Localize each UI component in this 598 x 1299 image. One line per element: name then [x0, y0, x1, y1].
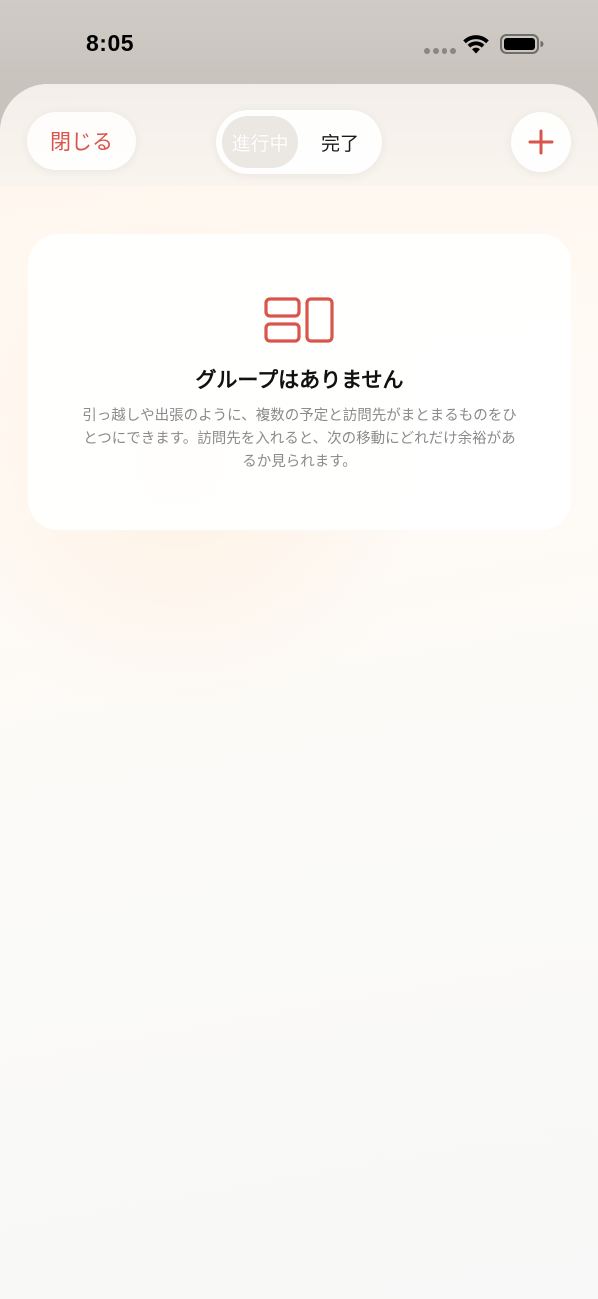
sheet-nav-bar: 閉じる 進行中 完了 [0, 84, 598, 186]
status-bar: 8:05 [0, 0, 598, 88]
status-time: 8:05 [86, 30, 135, 56]
empty-state-title: グループはありません [195, 368, 404, 392]
status-segmented-control: 進行中 完了 [216, 110, 382, 174]
group-layout-icon [264, 297, 334, 343]
screen: 8:05 閉じる 進行中 完了 グループはありません 引っ越しや出張のように、複… [0, 0, 598, 1299]
plus-icon [528, 129, 554, 155]
tab-completed[interactable]: 完了 [304, 116, 376, 168]
tab-in-progress[interactable]: 進行中 [222, 116, 298, 168]
empty-state-description: 引っ越しや出張のように、複数の予定と訪問先がまとまるものをひとつにできます。訪問… [82, 408, 517, 470]
empty-state-card: グループはありません 引っ越しや出張のように、複数の予定と訪問先がまとまるものを… [28, 234, 571, 530]
add-group-button[interactable] [511, 112, 571, 172]
wifi-icon [463, 35, 489, 54]
battery-icon [500, 34, 544, 54]
groups-sheet: 閉じる 進行中 完了 グループはありません 引っ越しや出張のように、複数の予定と… [0, 84, 598, 1299]
signal-dots-icon [424, 48, 456, 54]
close-button[interactable]: 閉じる [27, 112, 136, 170]
